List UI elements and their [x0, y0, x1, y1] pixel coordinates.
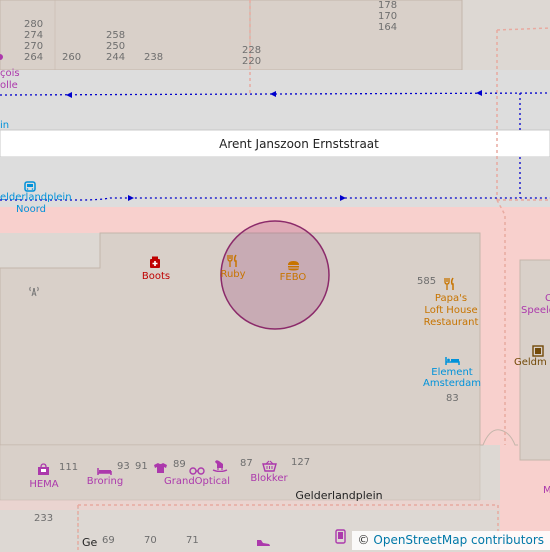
house-number: 69 [102, 535, 115, 546]
house-number: 111 [59, 462, 79, 473]
poi-label-broring[interactable]: Broring [87, 476, 123, 487]
toy-horse-icon[interactable] [212, 457, 228, 476]
house-number: 89 [173, 459, 186, 470]
house-number: 233 [34, 513, 54, 524]
house-number: 178 [378, 0, 398, 11]
road-service-bottom [0, 157, 550, 207]
bus-stop-label[interactable]: Noord [16, 204, 46, 215]
poi-label-cut[interactable]: çois [0, 68, 20, 79]
house-number: 264 [24, 52, 44, 63]
house-number: 93 [117, 461, 130, 472]
street-label-main: Arent Janszoon Ernststraat [219, 137, 379, 151]
poi-label-cut[interactable]: in [0, 120, 9, 131]
attribution-prefix: © [357, 533, 374, 547]
house-number: 260 [62, 52, 82, 63]
poi-label-papas[interactable]: Restaurant [424, 317, 479, 328]
poi-label-cut[interactable]: olle [0, 80, 18, 91]
shop-icon[interactable] [37, 461, 50, 480]
house-number: 274 [24, 30, 44, 41]
poi-label-hema[interactable]: HEMA [29, 479, 58, 490]
poi-label-cut[interactable]: C [545, 293, 550, 304]
house-number: 70 [144, 535, 157, 546]
road-service-top [0, 70, 550, 130]
house-number: 164 [378, 22, 398, 33]
house-number: 91 [135, 461, 148, 472]
poi-label-cut[interactable]: M [543, 485, 550, 496]
house-number: 280 [24, 19, 44, 30]
house-number: 228 [242, 45, 262, 56]
shoe-icon[interactable] [256, 533, 271, 552]
street-label-cut: Ge [82, 536, 98, 549]
house-number: 585 [417, 276, 437, 287]
house-number: 83 [446, 393, 459, 404]
poi-label-element[interactable]: Element [431, 367, 472, 378]
poi-label-grandoptical[interactable]: GrandOptical [164, 476, 230, 487]
poi-label-cut[interactable]: Speelg [521, 305, 550, 316]
house-number: 258 [106, 30, 126, 41]
bus-stop-label[interactable]: elderlandplein [0, 192, 72, 203]
house-number: 220 [242, 56, 262, 67]
poi-label-boots[interactable]: Boots [142, 271, 170, 282]
house-number: 244 [106, 52, 126, 63]
poi-label-papas[interactable]: Loft House [424, 305, 477, 316]
house-number: 71 [186, 535, 199, 546]
poi-label-febo[interactable]: FEBO [280, 272, 307, 283]
poi-label-blokker[interactable]: Blokker [250, 473, 287, 484]
osm-attribution-link[interactable]: OpenStreetMap contributors [373, 533, 544, 547]
poi-label-ruby[interactable]: Ruby [220, 269, 245, 280]
map-attribution: © OpenStreetMap contributors [351, 531, 550, 550]
house-number: 127 [291, 457, 311, 468]
house-number: 250 [106, 41, 126, 52]
house-number: 170 [378, 11, 398, 22]
poi-label-papas[interactable]: Papa's [435, 293, 467, 304]
communication-tower-icon [28, 282, 40, 301]
poi-label-element[interactable]: Amsterdam [423, 378, 481, 389]
house-number: 87 [240, 458, 253, 469]
street-label-bottom: Gelderlandplein [295, 489, 383, 502]
map-canvas[interactable]: Arent Janszoon Ernststraat Gelderlandple… [0, 0, 550, 550]
poi-label-cut[interactable]: Geldm [514, 357, 547, 368]
house-number: 270 [24, 41, 44, 52]
mobile-shop-icon[interactable] [335, 529, 346, 548]
house-number: 238 [144, 52, 164, 63]
